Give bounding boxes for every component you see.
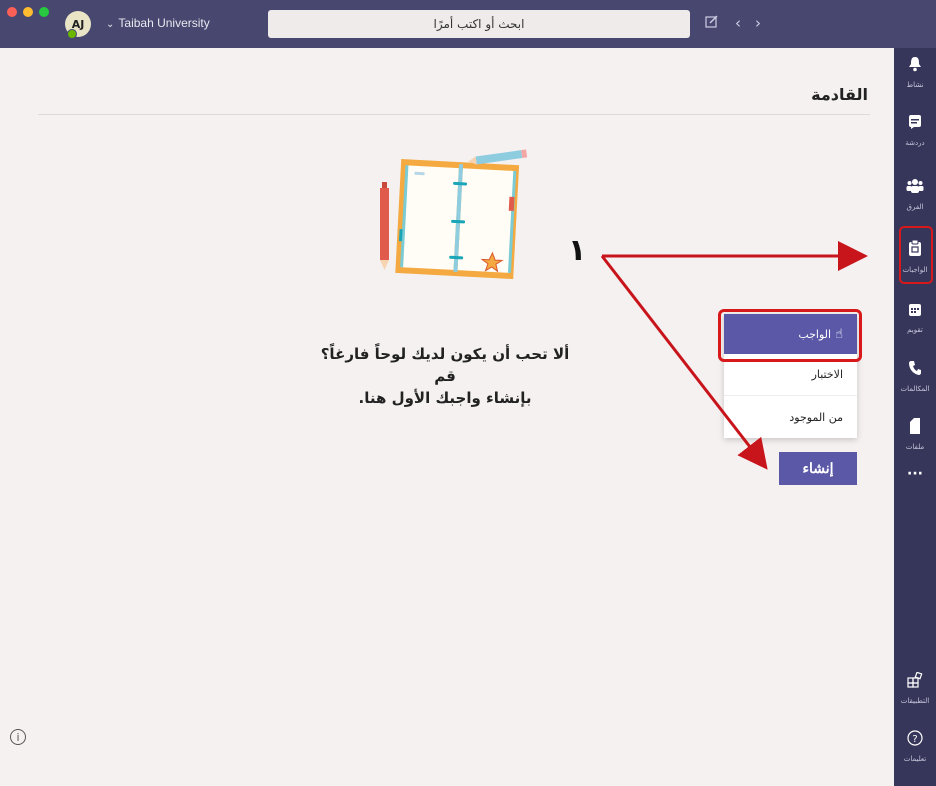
rail-item-highlight <box>899 226 933 284</box>
rail-item-apps[interactable]: التطبيقات <box>894 664 936 722</box>
menu-item-from-existing[interactable]: من الموجود <box>724 396 857 438</box>
rail-item-activity[interactable]: نشاط <box>894 48 936 106</box>
rail-label: التطبيقات <box>900 697 930 705</box>
empty-state-message: ألا تحب أن يكون لديك لوحاً فارغاً؟ قم بإ… <box>320 343 570 409</box>
empty-message-line1: ألا تحب أن يكون لديك لوحاً فارغاً؟ قم <box>320 345 570 385</box>
compose-icon[interactable] <box>705 14 719 32</box>
info-icon[interactable]: i <box>10 729 26 745</box>
file-icon <box>909 418 921 439</box>
teams-icon <box>906 178 924 199</box>
close-window-dot[interactable] <box>7 7 17 17</box>
rail-item-calls[interactable]: المكالمات <box>894 352 936 410</box>
empty-message-line2: بإنشاء واجبك الأول هنا. <box>358 389 532 407</box>
bell-icon <box>908 56 922 77</box>
rail-label: دردشة <box>905 139 925 147</box>
rail-item-help[interactable]: ? تعليمات <box>894 722 936 780</box>
forward-arrow-icon[interactable]: › <box>755 14 761 32</box>
rail-label: الفرق <box>906 203 924 211</box>
help-icon: ? <box>907 730 923 751</box>
chevron-down-icon: ⌄ <box>106 19 115 30</box>
title-bar: AJ ⌄ Taibah University ابحث أو اكتب أمرًا… <box>0 0 936 48</box>
rail-item-teams[interactable]: الفرق <box>894 170 936 228</box>
rail-item-more[interactable]: ··· <box>894 456 936 514</box>
phone-icon <box>908 360 922 381</box>
empty-notebook-illustration <box>380 149 528 280</box>
chat-icon <box>908 114 922 135</box>
menu-item-highlight <box>718 309 862 362</box>
rail-label: نشاط <box>906 81 924 89</box>
header-divider <box>38 114 870 115</box>
app-rail: نشاط دردشة الفرق الواجبات تقويم المكالما… <box>894 48 936 786</box>
rail-label: المكالمات <box>900 385 930 393</box>
rail-label: تقويم <box>907 326 923 334</box>
org-name: Taibah University <box>118 16 210 30</box>
page-title: القادمة <box>811 85 868 104</box>
org-switcher[interactable]: ⌄ Taibah University <box>106 16 210 30</box>
rail-item-chat[interactable]: دردشة <box>894 106 936 164</box>
minimize-window-dot[interactable] <box>23 7 33 17</box>
maximize-window-dot[interactable] <box>39 7 49 17</box>
annotation-step-number: ١ <box>568 233 587 268</box>
rail-item-calendar[interactable]: تقويم <box>894 294 936 352</box>
back-arrow-icon[interactable]: ‹ <box>735 14 741 32</box>
calendar-icon <box>908 302 922 322</box>
rail-label: ملفات <box>905 443 925 451</box>
svg-text:?: ? <box>912 734 917 745</box>
menu-item-label: من الموجود <box>789 410 843 424</box>
search-input[interactable]: ابحث أو اكتب أمرًا <box>268 10 690 38</box>
rail-label: تعليمات <box>903 755 927 763</box>
menu-item-label: الاختبار <box>811 368 843 381</box>
more-icon: ··· <box>907 466 923 482</box>
create-button[interactable]: إنشاء <box>779 452 857 485</box>
apps-icon <box>907 671 923 693</box>
presence-status-icon <box>67 29 77 39</box>
